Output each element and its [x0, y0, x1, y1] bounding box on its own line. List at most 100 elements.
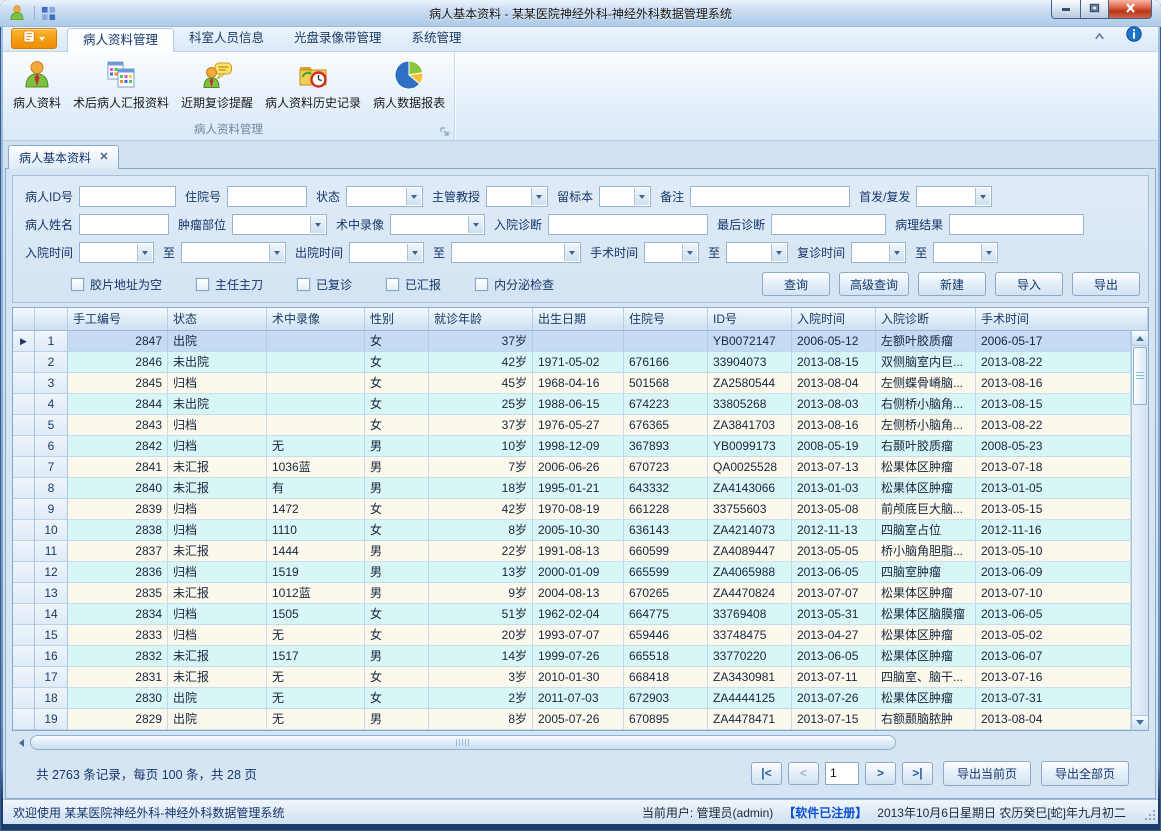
table-row[interactable]: 82840未汇报有男18岁1995-01-21643332ZA414306620…	[13, 478, 1131, 499]
revisit-date-to-select[interactable]	[933, 242, 998, 263]
remarks-input[interactable]	[690, 186, 850, 207]
tab-patient-basic-info[interactable]: 病人基本资料	[8, 145, 119, 169]
recent-revisit-reminder-button[interactable]: 近期复诊提醒	[175, 55, 259, 114]
reported-checkbox[interactable]: 已汇报	[386, 276, 441, 293]
application-menu-button[interactable]	[11, 28, 57, 49]
vertical-scrollbar[interactable]	[1131, 331, 1148, 730]
import-button[interactable]: 导入	[995, 272, 1063, 296]
query-button[interactable]: 查询	[762, 272, 830, 296]
table-row[interactable]: 132835未汇报1012蓝男9岁2004-08-13670265ZA44708…	[13, 583, 1131, 604]
minimize-button[interactable]	[1051, 0, 1081, 19]
film-address-empty-checkbox[interactable]: 胶片地址为空	[71, 276, 162, 293]
surgery-date-to-select[interactable]	[726, 242, 788, 263]
cell-8: 2013-07-13	[792, 457, 876, 478]
tab-patient-data-management[interactable]: 病人资料管理	[67, 28, 174, 52]
scroll-up-button[interactable]	[1132, 331, 1148, 346]
column-header-10[interactable]: 入院时间	[792, 308, 876, 330]
patient-data-report-button[interactable]: 病人数据报表	[367, 55, 451, 114]
registered-link[interactable]: 【软件已注册】	[783, 804, 867, 821]
maximize-button[interactable]	[1081, 0, 1109, 19]
tab-system-management[interactable]: 系统管理	[397, 27, 477, 51]
column-header-11[interactable]: 入院诊断	[876, 308, 976, 330]
table-row[interactable]: 162832未汇报1517男14岁1999-07-266655183377022…	[13, 646, 1131, 667]
export-current-page-button[interactable]: 导出当前页	[943, 761, 1031, 786]
patient-data-history-button[interactable]: 病人资料历史记录	[259, 55, 367, 114]
column-header-9[interactable]: ID号	[708, 308, 792, 330]
tab-department-staff-info[interactable]: 科室人员信息	[174, 27, 279, 51]
first-or-recurrence-select[interactable]	[916, 186, 992, 207]
table-row[interactable]: 112837未汇报1444男22岁1991-08-13660599ZA40894…	[13, 541, 1131, 562]
intraop-video-select[interactable]	[390, 214, 485, 235]
final-diagnosis-input[interactable]	[771, 214, 886, 235]
column-header-2[interactable]: 手工编号	[68, 308, 168, 330]
column-header-4[interactable]: 术中录像	[267, 308, 365, 330]
surgery-date-from-select[interactable]	[644, 242, 699, 263]
column-header-7[interactable]: 出生日期	[533, 308, 624, 330]
patient-name-input[interactable]	[79, 214, 169, 235]
row-indicator	[13, 646, 35, 667]
column-header-12[interactable]: 手术时间	[976, 308, 1148, 330]
horizontal-scrollbar[interactable]	[12, 734, 1149, 751]
table-row[interactable]: 72841未汇报1036蓝男7岁2006-06-26670723QA002552…	[13, 457, 1131, 478]
revisited-checkbox[interactable]: 已复诊	[297, 276, 352, 293]
tab-disc-video-management[interactable]: 光盘录像带管理	[279, 27, 397, 51]
admission-number-input[interactable]	[227, 186, 307, 207]
patient-data-button[interactable]: 病人资料	[7, 55, 67, 114]
table-row[interactable]: 32845归档女45岁1968-04-16501568ZA25805442013…	[13, 373, 1131, 394]
pathology-result-input[interactable]	[949, 214, 1084, 235]
postop-patient-report-button[interactable]: 术后病人汇报资料	[67, 55, 175, 114]
table-row[interactable]: ▶12847出院女37岁YB00721472006-05-12左额叶胶质瘤200…	[13, 331, 1131, 352]
collapse-ribbon-icon[interactable]	[1093, 28, 1106, 46]
table-row[interactable]: 182830出院无女2岁2011-07-03672903ZA4444125201…	[13, 688, 1131, 709]
status-select[interactable]	[346, 186, 423, 207]
discharge-date-to-select[interactable]	[451, 242, 581, 263]
table-row[interactable]: 142834归档1505女51岁1962-02-0466477533769408…	[13, 604, 1131, 625]
export-button[interactable]: 导出	[1072, 272, 1140, 296]
vscrollbar-thumb[interactable]	[1133, 347, 1147, 405]
table-row[interactable]: 152833归档无女20岁1993-07-0765944633748475201…	[13, 625, 1131, 646]
table-row[interactable]: 62842归档无男10岁1998-12-09367893YB0099173200…	[13, 436, 1131, 457]
scroll-down-button[interactable]	[1132, 715, 1148, 730]
group-launcher-icon[interactable]	[439, 126, 450, 137]
column-header-8[interactable]: 住院号	[624, 308, 708, 330]
advanced-query-button[interactable]: 高级查询	[839, 272, 909, 296]
column-header-3[interactable]: 状态	[168, 308, 267, 330]
new-button[interactable]: 新建	[918, 272, 986, 296]
table-row[interactable]: 122836归档1519男13岁2000-01-09665599ZA406598…	[13, 562, 1131, 583]
table-row[interactable]: 192829出院无男8岁2005-07-26670895ZA4478471201…	[13, 709, 1131, 730]
patient-id-input[interactable]	[79, 186, 176, 207]
close-button[interactable]	[1109, 0, 1152, 19]
table-row[interactable]: 22846未出院女42岁1971-05-02676166339040732013…	[13, 352, 1131, 373]
table-row[interactable]: 52843归档女37岁1976-05-27676365ZA38417032013…	[13, 415, 1131, 436]
admission-date-from-select[interactable]	[79, 242, 154, 263]
resize-grip-icon[interactable]	[1144, 810, 1155, 821]
cell-1: 归档	[168, 562, 267, 583]
table-row[interactable]: 42844未出院女25岁1988-06-15674223338052682013…	[13, 394, 1131, 415]
next-page-button[interactable]: >	[865, 762, 896, 785]
chief-surgeon-checkbox[interactable]: 主任主刀	[196, 276, 263, 293]
discharge-date-from-select[interactable]	[349, 242, 424, 263]
admission-date-to-select[interactable]	[181, 242, 286, 263]
layout-grid-icon[interactable]	[41, 6, 56, 21]
export-all-pages-button[interactable]: 导出全部页	[1041, 761, 1129, 786]
page-number-input[interactable]	[825, 762, 859, 785]
close-tab-icon[interactable]	[100, 152, 108, 163]
table-row[interactable]: 92839归档1472女42岁1970-08-19661228337556032…	[13, 499, 1131, 520]
scroll-left-button[interactable]	[12, 735, 30, 750]
first-page-button[interactable]: |<	[751, 762, 782, 785]
last-page-button[interactable]: >|	[902, 762, 933, 785]
discharge-date-from-label: 出院时间	[295, 244, 343, 261]
column-header-6[interactable]: 就诊年龄	[429, 308, 533, 330]
tumor-site-select[interactable]	[232, 214, 327, 235]
endocrine-exam-checkbox[interactable]: 内分泌检查	[475, 276, 554, 293]
prev-page-button[interactable]: <	[788, 762, 819, 785]
table-row[interactable]: 172831未汇报无女3岁2010-01-30668418ZA343098120…	[13, 667, 1131, 688]
hscrollbar-thum b[interactable]	[30, 735, 896, 750]
supervising-professor-select[interactable]	[486, 186, 548, 207]
admission-diagnosis-input[interactable]	[548, 214, 708, 235]
specimen-kept-select[interactable]	[599, 186, 651, 207]
revisit-date-from-select[interactable]	[851, 242, 906, 263]
column-header-5[interactable]: 性别	[365, 308, 429, 330]
table-row[interactable]: 102838归档1110女8岁2005-10-30636143ZA4214073…	[13, 520, 1131, 541]
info-icon[interactable]	[1126, 26, 1142, 47]
